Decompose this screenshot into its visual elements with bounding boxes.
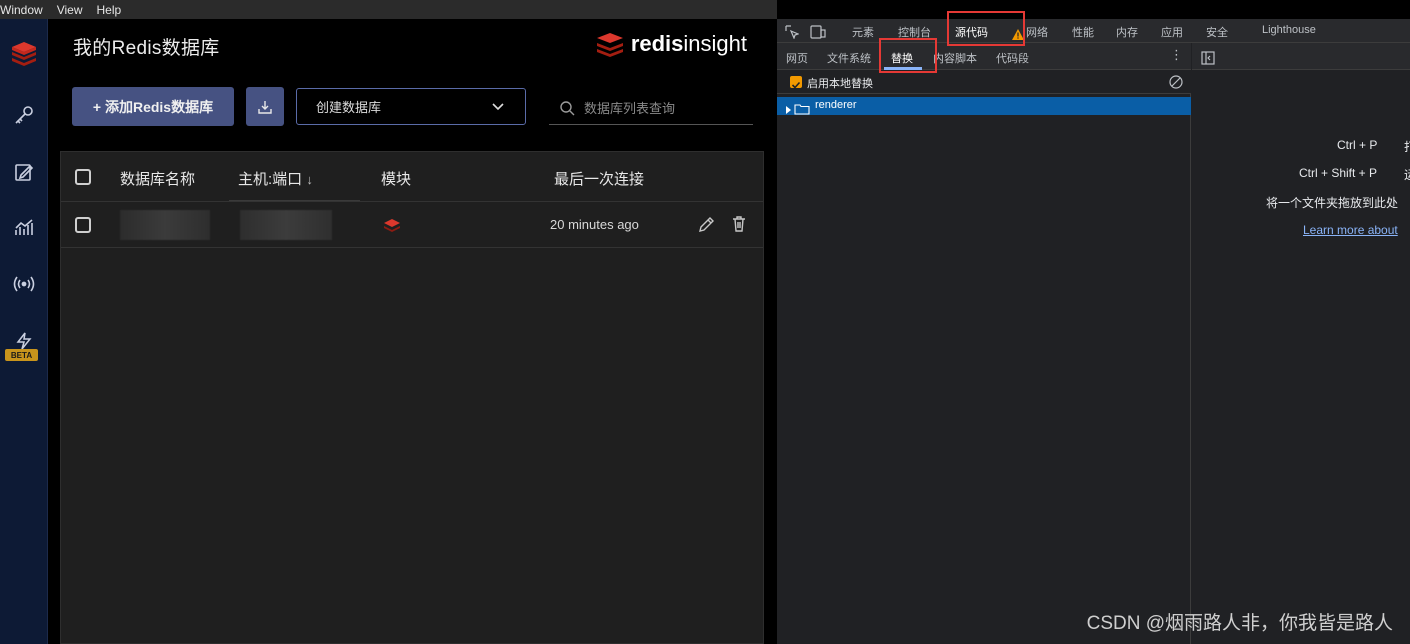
- hint-ctrl-p-action: 打: [1404, 138, 1410, 155]
- menu-window[interactable]: Window: [0, 3, 43, 17]
- devtools-panel: 元素 控制台 源代码 网络 性能 内存 应用 安全 Lighthouse 网页 …: [777, 19, 1410, 644]
- sources-editor: Ctrl + P 打 Ctrl + Shift + P 运 将一个文件夹拖放到此…: [1192, 43, 1410, 644]
- subtab-filesystem[interactable]: 文件系统: [827, 50, 871, 66]
- column-modules: 模块: [381, 171, 412, 188]
- tab-performance[interactable]: 性能: [1072, 24, 1094, 40]
- redis-module-icon: [383, 216, 401, 238]
- tab-security[interactable]: 安全: [1206, 24, 1228, 40]
- table-header: 数据库名称 主机:端口 ↓ 模块 最后一次连接: [61, 152, 763, 202]
- pubsub-icon[interactable]: [8, 268, 40, 300]
- tree-item-label: renderer: [815, 99, 857, 111]
- tab-network[interactable]: 网络: [1026, 24, 1048, 40]
- hint-ctrl-p: Ctrl + P: [1337, 138, 1378, 152]
- menu-help[interactable]: Help: [96, 3, 121, 17]
- add-database-button[interactable]: + 添加Redis数据库: [72, 87, 234, 126]
- redis-logo-icon[interactable]: [8, 37, 40, 69]
- subtab-page[interactable]: 网页: [786, 50, 808, 66]
- last-connection-time: 20 minutes ago: [550, 217, 639, 232]
- tab-elements[interactable]: 元素: [852, 24, 874, 40]
- subtab-snippets[interactable]: 代码段: [996, 50, 1029, 66]
- subtab-content-scripts[interactable]: 内容脚本: [933, 50, 977, 66]
- create-database-label: 创建数据库: [316, 100, 382, 115]
- navigator-subtabs: 网页 文件系统 替换 内容脚本 代码段 ⋮: [777, 43, 1191, 70]
- more-options-icon[interactable]: ⋮: [1170, 49, 1183, 62]
- tree-item-renderer[interactable]: renderer: [777, 97, 1191, 115]
- hint-ctrl-shift-p: Ctrl + Shift + P: [1299, 166, 1378, 180]
- screen: Window View Help BETA 我的Redis数据库 redisin…: [0, 0, 1410, 644]
- tab-memory[interactable]: 内存: [1116, 24, 1138, 40]
- tab-application[interactable]: 应用: [1161, 24, 1183, 40]
- table-row[interactable]: 20 minutes ago: [61, 202, 763, 248]
- enable-overrides-row: 启用本地替换: [777, 70, 1191, 94]
- brand-logo: redisinsight: [595, 31, 747, 57]
- select-all-checkbox[interactable]: [75, 169, 91, 185]
- watermark: CSDN @烟雨路人非，你我皆是路人: [1086, 613, 1393, 634]
- search-box: [549, 92, 753, 125]
- import-button[interactable]: [246, 87, 284, 126]
- beta-badge: BETA: [5, 349, 38, 361]
- folder-icon: [794, 100, 810, 119]
- expand-arrow-icon[interactable]: [785, 100, 793, 119]
- tab-lighthouse[interactable]: Lighthouse: [1262, 24, 1316, 36]
- row-checkbox[interactable]: [75, 217, 91, 233]
- chevron-down-icon: [492, 103, 504, 111]
- menu-bar: Window View Help: [0, 0, 777, 19]
- devtools-tab-bar: 元素 控制台 源代码 网络 性能 内存 应用 安全 Lighthouse: [777, 19, 1410, 43]
- workbench-icon[interactable]: [8, 156, 40, 188]
- enable-overrides-checkbox[interactable]: [790, 76, 802, 89]
- database-name-redacted: [120, 210, 210, 240]
- editor-toolbar: [1192, 43, 1410, 70]
- download-icon: [258, 100, 272, 114]
- main-panel: 我的Redis数据库 redisinsight + 添加Redis数据库 创建数…: [49, 19, 777, 644]
- sort-arrow-icon: ↓: [306, 172, 313, 187]
- create-database-select[interactable]: 创建数据库: [296, 88, 526, 125]
- column-name[interactable]: 数据库名称: [120, 168, 195, 189]
- key-icon[interactable]: [8, 99, 40, 131]
- clear-overrides-icon[interactable]: [1169, 74, 1183, 93]
- search-icon: [560, 101, 575, 116]
- sources-navigator: 网页 文件系统 替换 内容脚本 代码段 ⋮ 启用本地替换 renderer: [777, 43, 1191, 644]
- column-divider: [229, 200, 360, 201]
- menu-view[interactable]: View: [57, 3, 83, 17]
- column-host-port[interactable]: 主机:端口 ↓: [238, 168, 313, 189]
- column-last-connection[interactable]: 最后一次连接: [554, 168, 644, 189]
- page-title: 我的Redis数据库: [73, 38, 220, 59]
- highlight-sources-tab: [947, 11, 1025, 46]
- toggle-navigator-icon[interactable]: [1201, 50, 1215, 69]
- learn-more-link[interactable]: Learn more about: [1303, 223, 1410, 237]
- enable-overrides-label: 启用本地替换: [807, 78, 873, 90]
- search-input[interactable]: [584, 100, 744, 116]
- analytics-icon[interactable]: [8, 212, 40, 244]
- device-toolbar-icon[interactable]: [810, 24, 826, 43]
- delete-icon[interactable]: [730, 215, 748, 237]
- inspect-element-icon[interactable]: [785, 24, 800, 43]
- hint-ctrl-shift-p-action: 运: [1404, 166, 1410, 183]
- hint-drop-folder: 将一个文件夹拖放到此处: [1266, 196, 1399, 210]
- database-table: 数据库名称 主机:端口 ↓ 模块 最后一次连接 20 minutes ago: [60, 151, 764, 644]
- redis-brand-icon: [596, 33, 623, 57]
- highlight-overrides-subtab: [879, 38, 937, 73]
- edit-icon[interactable]: [697, 216, 715, 238]
- host-port-redacted: [240, 210, 332, 240]
- brand-text: redisinsight: [630, 31, 747, 56]
- left-nav: BETA: [0, 19, 48, 644]
